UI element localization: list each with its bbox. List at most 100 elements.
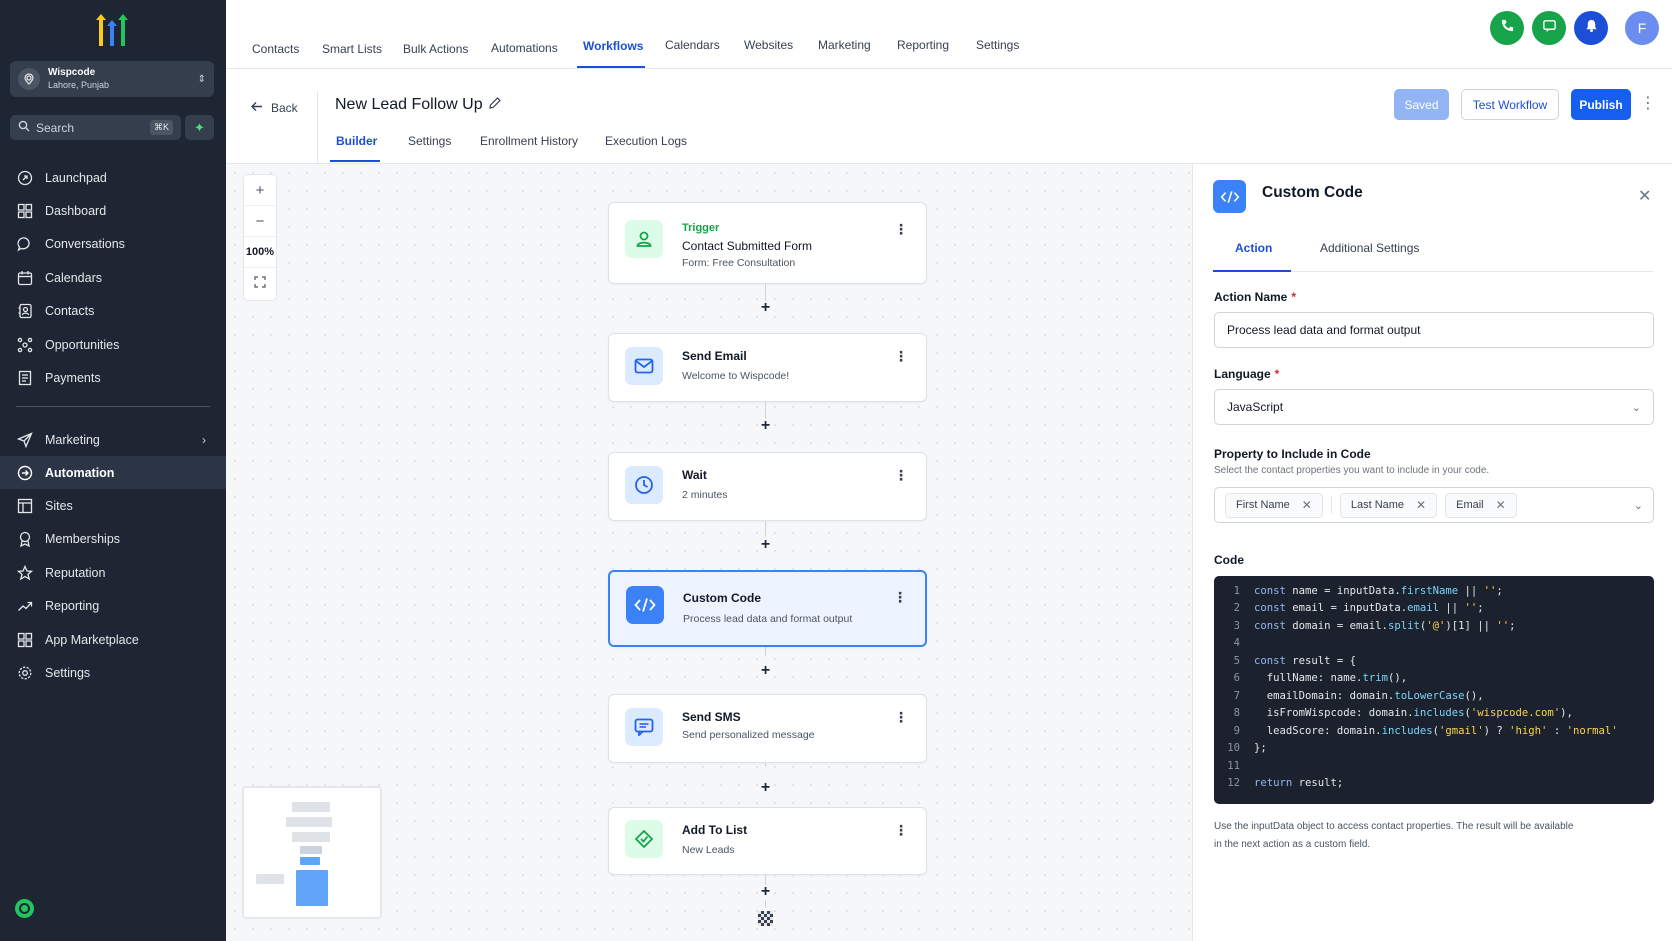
node-menu-icon[interactable]: ⋮ (894, 348, 908, 365)
add-step-button[interactable]: + (758, 537, 773, 553)
sidebar-item-reporting[interactable]: Reporting (0, 590, 226, 623)
phone-button[interactable] (1490, 11, 1524, 45)
tag-icon (625, 820, 663, 858)
line-number: 1 (1233, 584, 1240, 597)
minimap-viewport (296, 870, 328, 906)
close-icon[interactable]: ✕ (1638, 186, 1651, 206)
code-line: 11 (1214, 757, 1654, 775)
add-step-button[interactable]: + (758, 780, 773, 796)
tab-calendars[interactable]: Calendars (665, 38, 720, 52)
code-editor[interactable]: 1 const name = inputData.firstName || '';… (1214, 576, 1654, 804)
sidebar-item-reputation[interactable]: Reputation (0, 556, 226, 589)
sidebar-item-conversations[interactable]: Conversations (0, 228, 226, 261)
tab-websites[interactable]: Websites (744, 38, 793, 52)
node-trigger[interactable]: Trigger Contact Submitted Form Form: Fre… (608, 202, 927, 284)
sidebar-item-marketing[interactable]: Marketing › (0, 424, 226, 456)
message-button[interactable] (1532, 11, 1566, 45)
sidebar-item-contacts[interactable]: Contacts (0, 295, 226, 328)
node-send-sms[interactable]: Send SMS Send personalized message ⋮ (608, 694, 927, 763)
remove-chip-icon[interactable]: ✕ (1302, 498, 1312, 512)
remove-chip-icon[interactable]: ✕ (1496, 498, 1506, 512)
panel-tab-additional-settings[interactable]: Additional Settings (1320, 241, 1419, 255)
calendar-icon (16, 269, 34, 287)
zoom-in-button[interactable]: + (244, 175, 276, 206)
mail-icon (625, 347, 663, 385)
node-menu-icon[interactable]: ⋮ (894, 709, 908, 726)
node-menu-icon[interactable]: ⋮ (894, 221, 908, 238)
subtab-execution-logs[interactable]: Execution Logs (605, 134, 687, 148)
tab-bulk-actions[interactable]: Bulk Actions (403, 42, 468, 56)
ai-sparkle-button[interactable]: ✦ (185, 115, 214, 140)
remove-chip-icon[interactable]: ✕ (1416, 498, 1426, 512)
account-name: Wispcode (48, 67, 96, 78)
sidebar-item-payments[interactable]: Payments (0, 361, 226, 394)
user-avatar[interactable]: F (1625, 11, 1659, 45)
sidebar-item-launchpad[interactable]: Launchpad (0, 161, 226, 194)
node-subtitle: Welcome to Wispcode! (682, 370, 790, 382)
add-step-button[interactable]: + (758, 663, 773, 679)
node-menu-icon[interactable]: ⋮ (893, 589, 907, 606)
panel-tab-action[interactable]: Action (1235, 241, 1272, 255)
sidebar-item-sites[interactable]: Sites (0, 489, 226, 522)
language-select[interactable]: JavaScript ⌄ (1214, 389, 1654, 425)
sidebar-item-dashboard[interactable]: Dashboard (0, 194, 226, 227)
sidebar-item-opportunities[interactable]: Opportunities (0, 328, 226, 361)
node-send-email[interactable]: Send Email Welcome to Wispcode! ⋮ (608, 333, 927, 402)
tab-automations[interactable]: Automations (491, 41, 558, 55)
sidebar-search[interactable]: Search ⌘K (10, 115, 181, 140)
minimap[interactable] (242, 786, 382, 919)
code-text: const email = inputData.email || ''; (1254, 602, 1484, 615)
active-tab-indicator (577, 66, 645, 68)
fit-view-button[interactable] (244, 268, 276, 300)
sidebar-item-memberships[interactable]: Memberships (0, 523, 226, 556)
brand-logo[interactable] (92, 12, 132, 48)
more-options-icon[interactable]: ⋮ (1640, 93, 1656, 113)
code-help-note: Use the inputData object to access conta… (1214, 821, 1574, 850)
notifications-button[interactable] (1574, 11, 1608, 45)
chip-last-name: Last Name ✕ (1339, 492, 1438, 518)
workflow-canvas[interactable]: + − 100% + + + + + + Trigger Contact Sub… (226, 164, 1192, 941)
zoom-out-button[interactable]: − (244, 206, 276, 237)
tab-contacts[interactable]: Contacts (252, 42, 299, 56)
node-menu-icon[interactable]: ⋮ (894, 467, 908, 484)
subtab-enrollment-history[interactable]: Enrollment History (480, 134, 578, 148)
sidebar-item-calendars[interactable]: Calendars (0, 261, 226, 294)
sidebar-item-settings[interactable]: Settings (0, 656, 226, 689)
node-menu-icon[interactable]: ⋮ (894, 822, 908, 839)
saved-button[interactable]: Saved (1394, 89, 1449, 120)
sidebar-item-label: Settings (45, 666, 91, 681)
dashboard-icon (16, 202, 34, 220)
publish-button[interactable]: Publish (1571, 89, 1631, 120)
pencil-icon[interactable] (488, 96, 502, 115)
test-workflow-button[interactable]: Test Workflow (1461, 89, 1559, 120)
sidebar-item-app-marketplace[interactable]: App Marketplace (0, 623, 226, 656)
line-number: 7 (1233, 689, 1240, 702)
phone-icon (1500, 18, 1515, 38)
account-switcher[interactable]: Wispcode Lahore, Punjab ⇕ (10, 61, 214, 97)
node-subtitle: 2 minutes (682, 489, 728, 501)
tab-reporting[interactable]: Reporting (897, 38, 949, 52)
node-add-to-list[interactable]: Add To List New Leads ⋮ (608, 807, 927, 875)
tab-smart-lists[interactable]: Smart Lists (322, 42, 382, 56)
node-wait[interactable]: Wait 2 minutes ⋮ (608, 452, 927, 521)
back-button[interactable]: Back (250, 101, 298, 115)
action-name-input[interactable]: Process lead data and format output (1214, 312, 1654, 348)
node-custom-code[interactable]: Custom Code Process lead data and format… (608, 570, 927, 647)
tab-workflows[interactable]: Workflows (583, 39, 643, 53)
minimap-node (292, 832, 330, 842)
header-divider (317, 91, 318, 164)
code-line: 6 fullName: name.trim(), (1214, 670, 1654, 688)
status-indicator-icon[interactable] (15, 899, 34, 918)
tab-settings[interactable]: Settings (976, 38, 1019, 52)
subtab-settings[interactable]: Settings (408, 134, 451, 148)
sidebar-item-automation[interactable]: Automation (0, 456, 226, 490)
tab-marketing[interactable]: Marketing (818, 38, 871, 52)
add-step-button[interactable]: + (758, 418, 773, 434)
subtab-builder[interactable]: Builder (336, 134, 377, 148)
workflow-title: New Lead Follow Up (335, 96, 483, 113)
property-multiselect[interactable]: First Name ✕ Last Name ✕ Email ✕ ⌄ (1214, 487, 1654, 523)
node-title: Send Email (682, 349, 747, 363)
add-step-button[interactable]: + (758, 884, 773, 900)
add-step-button[interactable]: + (758, 300, 773, 316)
code-line: 9 leadScore: domain.includes('gmail') ? … (1214, 722, 1654, 740)
